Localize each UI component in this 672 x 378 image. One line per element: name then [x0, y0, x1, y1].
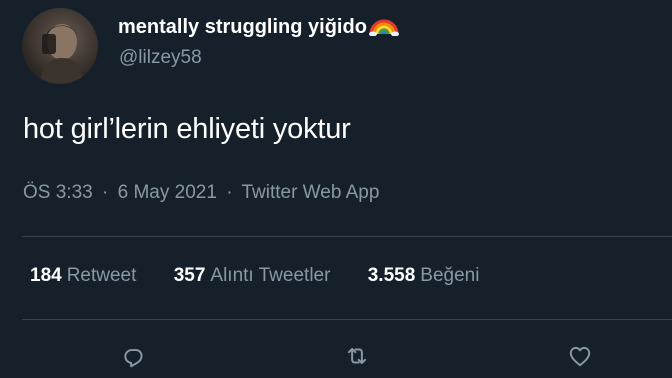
retweet-button[interactable]: [341, 340, 373, 372]
tweet-time[interactable]: ÖS 3:33: [23, 182, 93, 203]
retweets-label: Retweet: [66, 265, 137, 286]
avatar[interactable]: [22, 8, 98, 84]
meta-separator: ·: [102, 182, 109, 203]
tweet-text: hot girl’lerin ehliyeti yoktur: [23, 113, 351, 145]
meta-separator: ·: [226, 182, 233, 203]
reply-button[interactable]: [118, 340, 150, 372]
quote-tweets-label: Alıntı Tweetler: [210, 265, 331, 286]
profile-photo: [40, 24, 84, 84]
likes-count: 3.558: [367, 265, 416, 286]
tweet-source[interactable]: Twitter Web App: [241, 182, 379, 203]
retweets-stat[interactable]: 184 Retweet: [30, 265, 136, 287]
rainbow-icon: [368, 14, 399, 42]
tweet-meta: ÖS 3:33 · 6 May 2021 · Twitter Web App: [23, 182, 379, 204]
heart-icon: [569, 346, 591, 367]
tweet-date[interactable]: 6 May 2021: [118, 182, 217, 203]
author-display-name[interactable]: mentally struggling yiğido: [118, 14, 399, 42]
likes-stat[interactable]: 3.558 Beğeni: [368, 265, 480, 287]
quote-tweets-count: 357: [173, 265, 206, 286]
divider: [22, 236, 672, 237]
author-handle[interactable]: @lilzey58: [119, 47, 202, 69]
retweets-count: 184: [30, 265, 62, 286]
quote-tweets-stat[interactable]: 357 Alıntı Tweetler: [174, 265, 331, 287]
likes-label: Beğeni: [420, 265, 480, 286]
author-display-name-text: mentally struggling yiğido: [118, 16, 367, 38]
reply-icon: [124, 349, 143, 368]
like-button[interactable]: [564, 340, 596, 372]
tweet-actions: [0, 340, 672, 372]
retweet-icon: [347, 347, 367, 365]
tweet-detail: mentally struggling yiğido @lilzey58 hot…: [0, 0, 672, 378]
divider: [22, 319, 672, 320]
tweet-stats: 184 Retweet 357 Alıntı Tweetler 3.558 Beğen…: [30, 265, 511, 287]
